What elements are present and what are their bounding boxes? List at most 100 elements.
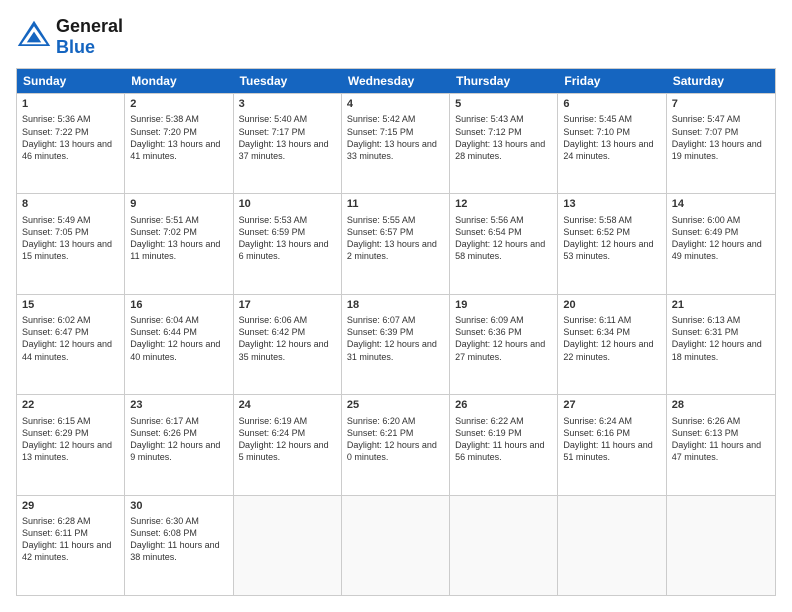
day-info: Sunset: 6:57 PM [347, 226, 444, 238]
day-info: Sunset: 6:34 PM [563, 326, 660, 338]
table-row: 5Sunrise: 5:43 AMSunset: 7:12 PMDaylight… [450, 94, 558, 193]
day-info: Sunrise: 5:49 AM [22, 214, 119, 226]
day-info: Sunrise: 5:58 AM [563, 214, 660, 226]
header-monday: Monday [125, 69, 233, 93]
table-row: 20Sunrise: 6:11 AMSunset: 6:34 PMDayligh… [558, 295, 666, 394]
day-info: Sunrise: 6:06 AM [239, 314, 336, 326]
table-row: 24Sunrise: 6:19 AMSunset: 6:24 PMDayligh… [234, 395, 342, 494]
day-info: Sunset: 6:47 PM [22, 326, 119, 338]
logo: General Blue [16, 16, 123, 58]
table-row: 11Sunrise: 5:55 AMSunset: 6:57 PMDayligh… [342, 194, 450, 293]
day-number: 23 [130, 398, 227, 413]
table-row: 14Sunrise: 6:00 AMSunset: 6:49 PMDayligh… [667, 194, 775, 293]
day-info: Daylight: 13 hours and 24 minutes. [563, 138, 660, 162]
header: General Blue [16, 16, 776, 58]
calendar: Sunday Monday Tuesday Wednesday Thursday… [16, 68, 776, 596]
table-row [342, 496, 450, 595]
day-number: 3 [239, 97, 336, 112]
day-info: Sunrise: 6:00 AM [672, 214, 770, 226]
table-row [450, 496, 558, 595]
header-friday: Friday [558, 69, 666, 93]
day-info: Sunrise: 6:19 AM [239, 415, 336, 427]
day-info: Sunrise: 6:04 AM [130, 314, 227, 326]
day-info: Sunrise: 6:17 AM [130, 415, 227, 427]
day-info: Sunset: 6:24 PM [239, 427, 336, 439]
day-info: Daylight: 12 hours and 9 minutes. [130, 439, 227, 463]
day-info: Sunset: 6:29 PM [22, 427, 119, 439]
table-row: 12Sunrise: 5:56 AMSunset: 6:54 PMDayligh… [450, 194, 558, 293]
day-number: 7 [672, 97, 770, 112]
day-number: 9 [130, 197, 227, 212]
day-number: 17 [239, 298, 336, 313]
day-info: Sunrise: 5:47 AM [672, 113, 770, 125]
table-row: 7Sunrise: 5:47 AMSunset: 7:07 PMDaylight… [667, 94, 775, 193]
day-info: Sunrise: 6:20 AM [347, 415, 444, 427]
table-row: 23 Sunrise: 6:17 AMSunset: 6:26 PMDayligh… [125, 395, 233, 494]
day-info: Sunset: 7:17 PM [239, 126, 336, 138]
day-number: 21 [672, 298, 770, 313]
day-info: Daylight: 12 hours and 27 minutes. [455, 338, 552, 362]
day-info: Sunset: 7:15 PM [347, 126, 444, 138]
header-tuesday: Tuesday [234, 69, 342, 93]
day-info: Sunset: 6:26 PM [130, 427, 227, 439]
day-number: 22 [22, 398, 119, 413]
day-number: 2 [130, 97, 227, 112]
day-info: Sunrise: 5:42 AM [347, 113, 444, 125]
day-info: Daylight: 12 hours and 58 minutes. [455, 238, 552, 262]
day-number: 13 [563, 197, 660, 212]
day-info: Sunset: 6:54 PM [455, 226, 552, 238]
header-sunday: Sunday [17, 69, 125, 93]
day-info: Daylight: 13 hours and 37 minutes. [239, 138, 336, 162]
day-info: Sunset: 7:12 PM [455, 126, 552, 138]
calendar-week-5: 29Sunrise: 6:28 AMSunset: 6:11 PMDayligh… [17, 495, 775, 595]
header-wednesday: Wednesday [342, 69, 450, 93]
day-number: 12 [455, 197, 552, 212]
day-info: Daylight: 11 hours and 51 minutes. [563, 439, 660, 463]
day-info: Daylight: 13 hours and 11 minutes. [130, 238, 227, 262]
day-info: Sunset: 6:39 PM [347, 326, 444, 338]
table-row: 1Sunrise: 5:36 AMSunset: 7:22 PMDaylight… [17, 94, 125, 193]
table-row: 18Sunrise: 6:07 AMSunset: 6:39 PMDayligh… [342, 295, 450, 394]
table-row: 10Sunrise: 5:53 AMSunset: 6:59 PMDayligh… [234, 194, 342, 293]
logo-icon [16, 19, 52, 55]
day-info: Daylight: 13 hours and 6 minutes. [239, 238, 336, 262]
day-info: Daylight: 13 hours and 15 minutes. [22, 238, 119, 262]
day-info: Sunset: 7:22 PM [22, 126, 119, 138]
calendar-body: 1Sunrise: 5:36 AMSunset: 7:22 PM Daylight… [17, 93, 775, 595]
day-info: Sunrise: 6:26 AM [672, 415, 770, 427]
day-number: 10 [239, 197, 336, 212]
day-info: Sunrise: 6:07 AM [347, 314, 444, 326]
day-number: 1 [22, 97, 119, 112]
day-number: 24 [239, 398, 336, 413]
day-number: 14 [672, 197, 770, 212]
day-number: 19 [455, 298, 552, 313]
day-number: 18 [347, 298, 444, 313]
calendar-week-3: 15Sunrise: 6:02 AMSunset: 6:47 PMDayligh… [17, 294, 775, 394]
day-number: 25 [347, 398, 444, 413]
day-info: Sunset: 6:08 PM [130, 527, 227, 539]
day-info: Sunrise: 6:15 AM [22, 415, 119, 427]
day-info: Sunrise: 6:09 AM [455, 314, 552, 326]
day-number: 6 [563, 97, 660, 112]
calendar-week-2: 8Sunrise: 5:49 AMSunset: 7:05 PMDaylight… [17, 193, 775, 293]
table-row: 3Sunrise: 5:40 AMSunset: 7:17 PMDaylight… [234, 94, 342, 193]
table-row: 13Sunrise: 5:58 AMSunset: 6:52 PMDayligh… [558, 194, 666, 293]
day-info: Daylight: 13 hours and 33 minutes. [347, 138, 444, 162]
day-info: Daylight: 11 hours and 38 minutes. [130, 539, 227, 563]
day-info: Daylight: 13 hours and 19 minutes. [672, 138, 770, 162]
day-number: 29 [22, 499, 119, 514]
day-info: Daylight: 12 hours and 13 minutes. [22, 439, 119, 463]
logo-text: General Blue [56, 16, 123, 58]
day-info: Sunrise: 6:13 AM [672, 314, 770, 326]
day-info: Sunset: 7:07 PM [672, 126, 770, 138]
day-info: Daylight: 12 hours and 53 minutes. [563, 238, 660, 262]
day-info: Sunrise: 5:36 AM [22, 113, 119, 125]
table-row [667, 496, 775, 595]
day-info: Sunset: 6:31 PM [672, 326, 770, 338]
day-info: Sunset: 6:19 PM [455, 427, 552, 439]
day-info: Sunrise: 6:02 AM [22, 314, 119, 326]
day-info: Sunset: 7:05 PM [22, 226, 119, 238]
day-info: Sunset: 7:02 PM [130, 226, 227, 238]
day-number: 4 [347, 97, 444, 112]
day-info: Daylight: 12 hours and 44 minutes. [22, 338, 119, 362]
